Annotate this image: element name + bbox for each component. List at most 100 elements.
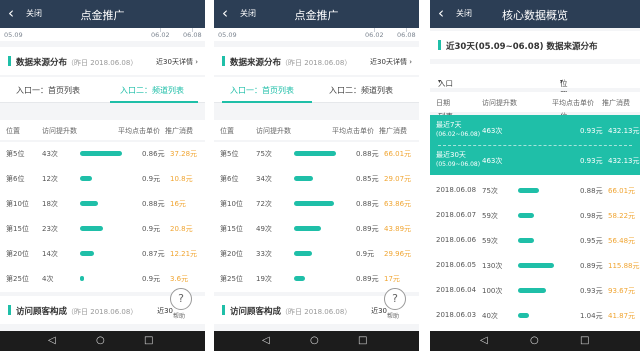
table-row[interactable]: 2018.06.07 59次 0.98元 58.22元 bbox=[430, 204, 640, 227]
table-row[interactable]: 2018.06.05 130次 0.89元 115.88元 bbox=[430, 254, 640, 277]
lift-bar bbox=[294, 201, 334, 206]
col-position: 位置 bbox=[6, 127, 20, 135]
active-tab-indicator bbox=[110, 101, 198, 103]
cell-lift: 75次 bbox=[256, 150, 272, 158]
data-table: 第5位 43次 0.86元 37.28元 第6位 12次 0.9元 10.8元 第10位 18次 0… bbox=[0, 142, 205, 292]
page-title: 点金推广 bbox=[80, 9, 125, 22]
section-title: 访问顾客构成（昨日 2018.06.08） bbox=[16, 307, 138, 317]
table-row[interactable]: 2018.06.08 75次 0.88元 66.01元 bbox=[430, 179, 640, 202]
table-row[interactable]: 第15位 23次 0.9元 20.8元 bbox=[0, 217, 205, 240]
lift-bar bbox=[518, 213, 534, 218]
tab-entry-home[interactable]: 入口一：首页列表 bbox=[16, 85, 80, 96]
circle-home-icon[interactable]: ○ bbox=[310, 335, 319, 347]
cell-lift: 14次 bbox=[42, 250, 58, 258]
cell-price: 0.86元 bbox=[142, 150, 165, 158]
table-row[interactable]: 第15位 49次 0.89元 43.89元 bbox=[214, 217, 419, 240]
cell-price: 0.88元 bbox=[356, 150, 379, 158]
details-link[interactable]: 近30天详情 › bbox=[370, 57, 412, 67]
date-timeline[interactable]: 05.09 06.02 06.08 bbox=[0, 28, 205, 41]
table-row[interactable]: 第5位 75次 0.88元 66.01元 bbox=[214, 142, 419, 165]
lift-bar bbox=[518, 238, 534, 243]
cell-lift: 463次 bbox=[482, 127, 503, 135]
cell-spend: 58.22元 bbox=[608, 212, 636, 220]
triangle-back-icon[interactable]: ◁ bbox=[262, 335, 270, 347]
table-row[interactable]: 第10位 18次 0.88元 16元 bbox=[0, 192, 205, 215]
cell-spend: 41.87元 bbox=[608, 312, 636, 320]
col-spend: 推广消费 bbox=[379, 127, 407, 135]
cell-price: 0.88元 bbox=[580, 187, 603, 195]
cell-position: 第10位 bbox=[220, 200, 243, 208]
active-tab-indicator bbox=[222, 101, 312, 103]
cell-spend: 37.28元 bbox=[170, 150, 198, 158]
question-icon[interactable]: ? bbox=[170, 288, 192, 310]
cell-lift: 34次 bbox=[256, 175, 272, 183]
triangle-back-icon[interactable]: ◁ bbox=[48, 335, 56, 347]
table-row[interactable]: 第10位 72次 0.88元 63.86元 bbox=[214, 192, 419, 215]
summary-row[interactable]: 最近30天 (05.09~06.08) 463次 0.93元 432.13元 bbox=[430, 145, 640, 175]
table-row[interactable]: 第5位 43次 0.86元 37.28元 bbox=[0, 142, 205, 165]
cell-position: 第20位 bbox=[6, 250, 29, 258]
cell-lift: 33次 bbox=[256, 250, 272, 258]
circle-home-icon[interactable]: ○ bbox=[96, 335, 105, 347]
section-title: 近30天(05.09~06.08) 数据来源分布 bbox=[446, 42, 598, 52]
tab-entry-channel[interactable]: 入口二：频道列表 bbox=[329, 85, 393, 96]
square-recent-icon[interactable]: □ bbox=[358, 335, 367, 347]
circle-home-icon[interactable]: ○ bbox=[530, 335, 539, 347]
cell-price: 0.93元 bbox=[580, 127, 603, 135]
caret-down-icon: ▾ bbox=[560, 78, 564, 85]
top-bar: ‹ 关闭 核心数据概览 bbox=[430, 0, 640, 28]
cell-position: 第20位 bbox=[220, 250, 243, 258]
tab-entry-channel[interactable]: 入口二：频道列表 bbox=[120, 85, 184, 96]
timeline-tick bbox=[160, 28, 161, 32]
details-link[interactable]: 近30 bbox=[157, 306, 173, 316]
help-label[interactable]: 帮助 bbox=[387, 311, 399, 320]
cell-price: 0.93元 bbox=[580, 157, 603, 165]
details-link[interactable]: 近30 bbox=[371, 306, 387, 316]
col-date: 日期 bbox=[436, 99, 450, 107]
cell-price: 0.89元 bbox=[356, 275, 379, 283]
square-recent-icon[interactable]: □ bbox=[144, 335, 153, 347]
table-row[interactable]: 第25位 4次 0.9元 3.6元 bbox=[0, 267, 205, 290]
cell-spend: 29.07元 bbox=[384, 175, 412, 183]
section-accent-bar bbox=[8, 305, 11, 315]
cell-lift: 75次 bbox=[482, 187, 498, 195]
lift-bar bbox=[294, 251, 312, 256]
question-icon[interactable]: ? bbox=[384, 288, 406, 310]
details-link[interactable]: 近30天详情 › bbox=[156, 57, 198, 67]
table-row[interactable]: 第25位 19次 0.89元 17元 bbox=[214, 267, 419, 290]
table-row[interactable]: 第6位 34次 0.85元 29.07元 bbox=[214, 167, 419, 190]
square-recent-icon[interactable]: □ bbox=[580, 335, 589, 347]
data-table: 最近7天 (06.02~06.08) 463次 0.93元 432.13元 最近30天 (0… bbox=[430, 115, 640, 331]
cell-price: 0.85元 bbox=[356, 175, 379, 183]
cell-position: 第6位 bbox=[220, 175, 239, 183]
android-nav-bar: ◁ ○ □ bbox=[0, 331, 205, 351]
table-row[interactable]: 2018.06.04 100次 0.93元 93.67元 bbox=[430, 279, 640, 302]
cell-spend: 63.86元 bbox=[384, 200, 412, 208]
summary-range: (05.09~06.08) bbox=[436, 161, 481, 168]
tab-entry-home[interactable]: 入口一：首页列表 bbox=[230, 85, 294, 96]
timeline-end-date: 06.08 bbox=[183, 31, 202, 39]
summary-row[interactable]: 最近7天 (06.02~06.08) 463次 0.93元 432.13元 bbox=[430, 115, 640, 145]
triangle-back-icon[interactable]: ◁ bbox=[480, 335, 488, 347]
table-row[interactable]: 第20位 33次 0.9元 29.96元 bbox=[214, 242, 419, 265]
phone-screen-3: ‹ 关闭 核心数据概览 近30天(05.09~06.08) 数据来源分布 入口一… bbox=[430, 0, 640, 351]
cell-lift: 12次 bbox=[42, 175, 58, 183]
date-timeline[interactable]: 05.09 06.02 06.08 bbox=[214, 28, 419, 41]
cell-price: 1.04元 bbox=[580, 312, 603, 320]
lift-bar bbox=[80, 276, 84, 281]
cell-spend: 16元 bbox=[170, 200, 186, 208]
cell-price: 0.9元 bbox=[142, 225, 161, 233]
timeline-start-date: 05.09 bbox=[4, 31, 23, 39]
col-price: 平均点击单价 bbox=[552, 99, 594, 107]
entry-tabs: 入口一：首页列表 入口二：频道列表 bbox=[0, 77, 205, 103]
col-lift: 访问提升数 bbox=[256, 127, 291, 135]
table-row[interactable]: 第6位 12次 0.9元 10.8元 bbox=[0, 167, 205, 190]
caret-down-icon: ▾ bbox=[438, 78, 442, 85]
table-row[interactable]: 2018.06.06 59次 0.95元 56.48元 bbox=[430, 229, 640, 252]
table-row[interactable]: 2018.06.03 40次 1.04元 41.87元 bbox=[430, 304, 640, 327]
phone-screen-1: ‹ 关闭 点金推广 05.09 06.02 06.08 数据来源分布（昨日 20… bbox=[0, 0, 205, 351]
col-price: 平均点击单价 bbox=[332, 127, 374, 135]
table-row[interactable]: 第20位 14次 0.87元 12.21元 bbox=[0, 242, 205, 265]
help-label[interactable]: 帮助 bbox=[173, 311, 185, 320]
cell-price: 0.93元 bbox=[580, 287, 603, 295]
